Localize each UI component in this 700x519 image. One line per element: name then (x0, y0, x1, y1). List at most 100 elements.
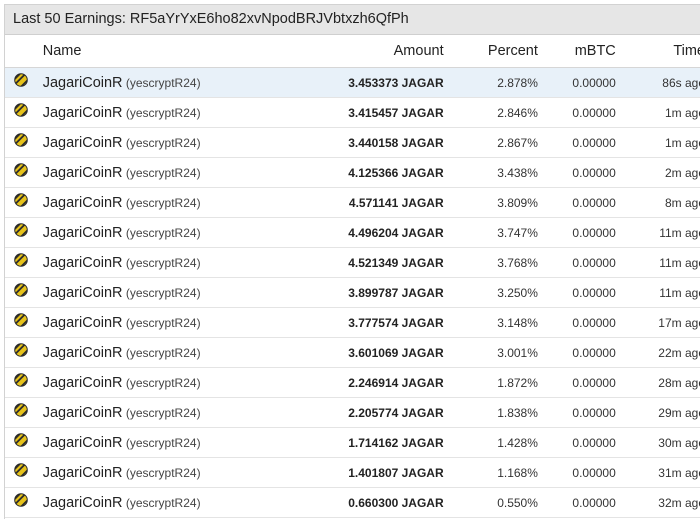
table-row[interactable]: JagariCoinR (yescryptR24) 1.714162 JAGAR… (5, 427, 700, 458)
coin-icon-cell (5, 457, 36, 488)
amount-cell: 4.496204 JAGAR (237, 217, 444, 248)
amount-cell: 3.440158 JAGAR (237, 127, 444, 158)
coin-algo: (yescryptR24) (125, 405, 201, 420)
earnings-table: Name Amount Percent mBTC Time (5, 35, 700, 518)
mbtc-cell: 0.00000 (537, 127, 616, 158)
col-time-header[interactable]: Time (615, 35, 700, 68)
jagaricoin-icon (14, 223, 28, 240)
table-row[interactable]: JagariCoinR (yescryptR24) 4.571141 JAGAR… (5, 187, 700, 218)
table-row[interactable]: JagariCoinR (yescryptR24) 3.453373 JAGAR… (5, 67, 700, 98)
coin-algo: (yescryptR24) (125, 495, 201, 510)
time-cell: 28m ago (615, 367, 700, 398)
mbtc-cell: 0.00000 (537, 247, 616, 278)
amount-value: 1.714162 JAGAR (348, 435, 444, 450)
amount-cell: 2.246914 JAGAR (237, 367, 444, 398)
table-row[interactable]: JagariCoinR (yescryptR24) 3.899787 JAGAR… (5, 277, 700, 308)
percent-cell: 2.846% (443, 97, 538, 128)
time-cell: 22m ago (615, 337, 700, 368)
percent-cell: 3.250% (443, 277, 538, 308)
amount-value: 0.660300 JAGAR (348, 495, 444, 510)
table-row[interactable]: JagariCoinR (yescryptR24) 2.246914 JAGAR… (5, 367, 700, 398)
coin-algo: (yescryptR24) (125, 225, 201, 240)
coin-name-cell: JagariCoinR (yescryptR24) (35, 67, 238, 98)
coin-name: JagariCoinR (42, 74, 123, 91)
amount-value: 3.440158 JAGAR (348, 135, 444, 150)
coin-algo: (yescryptR24) (125, 465, 201, 480)
coin-icon-cell (5, 487, 36, 518)
coin-name: JagariCoinR (42, 164, 123, 181)
amount-value: 4.496204 JAGAR (348, 225, 444, 240)
table-row[interactable]: JagariCoinR (yescryptR24) 4.496204 JAGAR… (5, 217, 700, 248)
mbtc-cell: 0.00000 (537, 97, 616, 128)
table-row[interactable]: JagariCoinR (yescryptR24) 4.125366 JAGAR… (5, 157, 700, 188)
amount-cell: 3.601069 JAGAR (237, 337, 444, 368)
coin-icon-cell (5, 97, 36, 128)
coin-name-cell: JagariCoinR (yescryptR24) (35, 247, 238, 278)
coin-name-cell: JagariCoinR (yescryptR24) (35, 187, 238, 218)
coin-name-cell: JagariCoinR (yescryptR24) (35, 457, 238, 488)
amount-value: 4.125366 JAGAR (348, 165, 444, 180)
table-row[interactable]: JagariCoinR (yescryptR24) 0.660300 JAGAR… (5, 487, 700, 518)
col-icon-header (5, 35, 36, 68)
mbtc-cell: 0.00000 (537, 337, 616, 368)
coin-name-cell: JagariCoinR (yescryptR24) (35, 217, 238, 248)
percent-cell: 1.872% (443, 367, 538, 398)
time-cell: 11m ago (615, 217, 700, 248)
col-percent-header[interactable]: Percent (443, 35, 538, 68)
amount-value: 2.205774 JAGAR (348, 405, 444, 420)
percent-cell: 3.809% (443, 187, 538, 218)
coin-algo: (yescryptR24) (125, 255, 201, 270)
coin-algo: (yescryptR24) (125, 165, 201, 180)
time-cell: 32m ago (615, 487, 700, 518)
coin-name-cell: JagariCoinR (yescryptR24) (35, 277, 238, 308)
amount-cell: 4.521349 JAGAR (237, 247, 444, 278)
amount-cell: 0.660300 JAGAR (237, 487, 444, 518)
jagaricoin-icon (14, 163, 28, 180)
jagaricoin-icon (14, 463, 28, 480)
mbtc-cell: 0.00000 (537, 187, 616, 218)
time-cell: 11m ago (615, 277, 700, 308)
mbtc-cell: 0.00000 (537, 457, 616, 488)
percent-cell: 3.747% (443, 217, 538, 248)
coin-icon-cell (5, 247, 36, 278)
amount-value: 2.246914 JAGAR (348, 375, 444, 390)
jagaricoin-icon (14, 433, 28, 450)
table-row[interactable]: JagariCoinR (yescryptR24) 4.521349 JAGAR… (5, 247, 700, 278)
coin-name-cell: JagariCoinR (yescryptR24) (35, 337, 238, 368)
time-cell: 2m ago (615, 157, 700, 188)
time-cell: 17m ago (615, 307, 700, 338)
coin-icon-cell (5, 337, 36, 368)
coin-icon-cell (5, 307, 36, 338)
jagaricoin-icon (14, 373, 28, 390)
coin-name: JagariCoinR (42, 194, 123, 211)
percent-cell: 2.867% (443, 127, 538, 158)
coin-name-cell: JagariCoinR (yescryptR24) (35, 307, 238, 338)
coin-name: JagariCoinR (42, 314, 123, 331)
coin-algo: (yescryptR24) (125, 75, 201, 90)
table-row[interactable]: JagariCoinR (yescryptR24) 3.415457 JAGAR… (5, 97, 700, 128)
mbtc-cell: 0.00000 (537, 487, 616, 518)
amount-cell: 2.205774 JAGAR (237, 397, 444, 428)
col-name-header[interactable]: Name (35, 35, 238, 68)
time-cell: 1m ago (615, 97, 700, 128)
amount-cell: 3.415457 JAGAR (237, 97, 444, 128)
amount-cell: 1.401807 JAGAR (237, 457, 444, 488)
amount-value: 4.521349 JAGAR (348, 255, 444, 270)
table-row[interactable]: JagariCoinR (yescryptR24) 2.205774 JAGAR… (5, 397, 700, 428)
coin-algo: (yescryptR24) (125, 375, 201, 390)
table-row[interactable]: JagariCoinR (yescryptR24) 3.601069 JAGAR… (5, 337, 700, 368)
coin-algo: (yescryptR24) (125, 285, 201, 300)
col-mbtc-header[interactable]: mBTC (537, 35, 616, 68)
coin-icon-cell (5, 277, 36, 308)
table-row[interactable]: JagariCoinR (yescryptR24) 3.440158 JAGAR… (5, 127, 700, 158)
amount-cell: 3.777574 JAGAR (237, 307, 444, 338)
coin-name-cell: JagariCoinR (yescryptR24) (35, 487, 238, 518)
table-row[interactable]: JagariCoinR (yescryptR24) 1.401807 JAGAR… (5, 457, 700, 488)
col-amount-header[interactable]: Amount (237, 35, 444, 68)
percent-cell: 3.438% (443, 157, 538, 188)
coin-algo: (yescryptR24) (125, 195, 201, 210)
amount-cell: 3.899787 JAGAR (237, 277, 444, 308)
table-row[interactable]: JagariCoinR (yescryptR24) 3.777574 JAGAR… (5, 307, 700, 338)
time-cell: 11m ago (615, 247, 700, 278)
coin-name: JagariCoinR (42, 134, 123, 151)
